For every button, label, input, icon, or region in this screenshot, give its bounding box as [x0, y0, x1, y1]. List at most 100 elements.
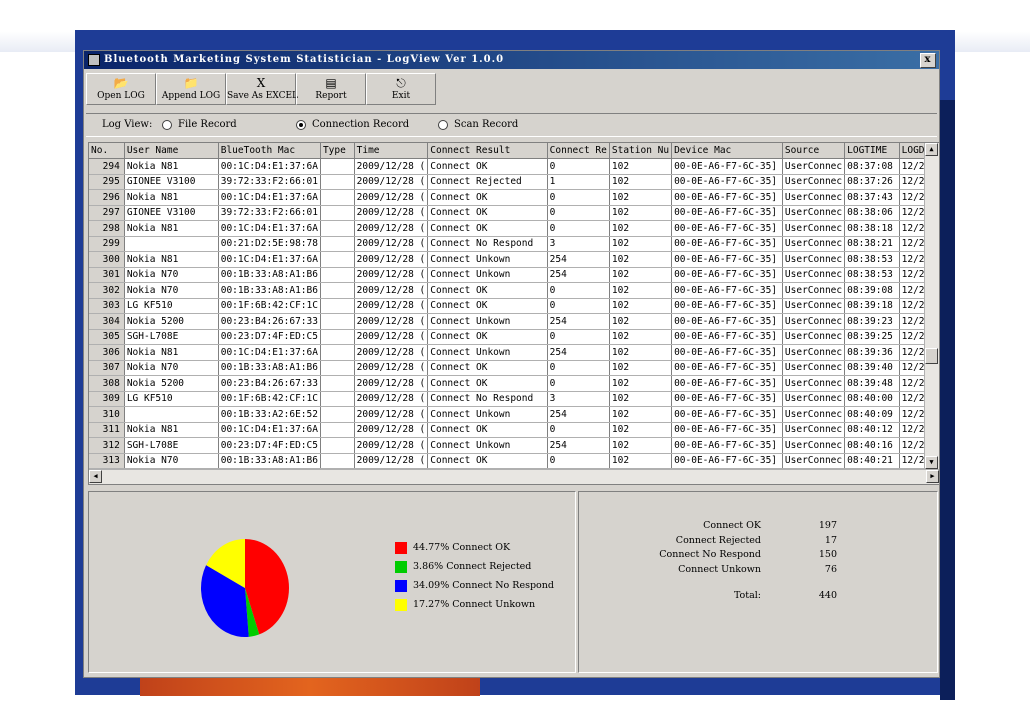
table-row[interactable]: 311 Nokia N81 00:1C:D4:E1:37:6A 2009/12/28 … [89, 422, 939, 438]
scroll-left-icon[interactable]: ◀ [89, 470, 102, 483]
report-button[interactable]: ▤ Report [296, 73, 366, 105]
open-log-button[interactable]: 📂 Open LOG [86, 73, 156, 105]
table-row[interactable]: 305 SGH-L708E 00:23:D7:4F:ED:C5 2009/12/28 … [89, 329, 939, 345]
radio-connection-record[interactable]: Connection Record [296, 114, 409, 136]
table-cell: 08:40:16 [844, 437, 900, 454]
table-row[interactable]: 295 GIONEE V3100 39:72:33:F2:66:01 2009/12/… [89, 174, 939, 190]
scroll-up-icon[interactable]: ▲ [925, 143, 938, 156]
button-label: Exit [391, 91, 411, 101]
table-row[interactable]: 301 Nokia N70 00:1B:33:A8:A1:B6 2009/12/28 … [89, 267, 939, 283]
radio-dot[interactable] [162, 119, 172, 130]
log-table: No. User Name BlueTooth Mac Type Time Connect… [89, 143, 939, 469]
table-cell: 00-0E-A6-F7-6C-35] [671, 189, 783, 206]
exit-button[interactable]: ⎋ Exit [366, 73, 436, 105]
append-log-button[interactable]: 📁 Append LOG [156, 73, 226, 105]
table-cell: 00:1B:33:A8:A1:B6 [218, 360, 321, 376]
table-cell: 2009/12/28 ( [354, 329, 429, 345]
table-cell: GIONEE V3100 [124, 205, 219, 221]
table-cell: 2009/12/28 ( [354, 313, 429, 330]
table-row[interactable]: 308 Nokia 5200 00:23:B4:26:67:33 2009/12/28… [89, 375, 939, 392]
legend-swatch [395, 598, 407, 611]
table-row[interactable]: 304 Nokia 5200 00:23:B4:26:67:33 2009/12/28… [89, 313, 939, 330]
table-cell: 00:1C:D4:E1:37:6A [218, 344, 321, 361]
table-cell: 3 [547, 391, 610, 407]
table-cell: 0 [547, 282, 610, 299]
table-cell: Nokia N70 [124, 267, 219, 283]
close-button[interactable]: x [920, 53, 936, 68]
radio-scan-record[interactable]: Scan Record [438, 114, 518, 136]
table-cell: 08:37:08 [844, 158, 900, 175]
save-as-excel-button[interactable]: X Save As EXCEL [226, 73, 298, 105]
scroll-thumb[interactable] [925, 348, 938, 364]
table-cell [320, 220, 355, 237]
table-row[interactable]: 296 Nokia N81 00:1C:D4:E1:37:6A 2009/12/28 … [89, 189, 939, 206]
row-number: 300 [89, 251, 125, 268]
table-row[interactable]: 310 00:1B:33:A2:6E:52 2009/12/28 (Connect … [89, 406, 939, 423]
column-header[interactable]: Time [354, 143, 429, 159]
table-cell: 00-0E-A6-F7-6C-35] [671, 406, 783, 423]
stat-row: Connect No Respond 150 [657, 549, 837, 564]
column-header[interactable]: LOGTIME [844, 143, 900, 159]
table-cell [320, 406, 355, 423]
column-header[interactable]: Connect Re [547, 143, 610, 159]
table-cell: 00-0E-A6-F7-6C-35] [671, 251, 783, 268]
table-row[interactable]: 306 Nokia N81 00:1C:D4:E1:37:6A 2009/12/28 … [89, 344, 939, 361]
column-header[interactable]: User Name [124, 143, 219, 159]
table-cell: Connect OK [427, 220, 548, 237]
table-cell: 00-0E-A6-F7-6C-35] [671, 375, 783, 392]
table-row[interactable]: 313 Nokia N70 00:1B:33:A8:A1:B6 2009/12/28 … [89, 453, 939, 469]
table-cell: 102 [609, 189, 673, 206]
column-header[interactable]: Connect Result [427, 143, 548, 159]
column-header[interactable]: Type [320, 143, 355, 159]
table-cell: 0 [547, 189, 610, 206]
column-header[interactable]: Source [782, 143, 846, 159]
table-row[interactable]: 307 Nokia N70 00:1B:33:A8:A1:B6 2009/12/28 … [89, 360, 939, 376]
table-cell: Connect OK [427, 189, 548, 206]
table-row[interactable]: 294 Nokia N81 00:1C:D4:E1:37:6A 2009/12/28 … [89, 158, 939, 175]
table-cell: 00-0E-A6-F7-6C-35] [671, 267, 783, 283]
stat-row: Connect Rejected 17 [657, 535, 837, 550]
table-cell: Nokia N81 [124, 158, 219, 175]
table-row[interactable]: 298 Nokia N81 00:1C:D4:E1:37:6A 2009/12/28 … [89, 220, 939, 237]
chart-legend: 44.77% Connect OK 3.86% Connect Rejected 3… [395, 538, 554, 614]
scroll-right-icon[interactable]: ▶ [926, 470, 939, 483]
table-cell: 00-0E-A6-F7-6C-35] [671, 236, 783, 252]
column-header[interactable]: BlueTooth Mac [218, 143, 321, 159]
table-cell: 08:37:26 [844, 174, 900, 190]
horizontal-scrollbar[interactable]: ◀ ▶ [89, 469, 939, 484]
table-cell: 2009/12/28 ( [354, 344, 429, 361]
column-header[interactable]: Station Nu [609, 143, 673, 159]
log-grid[interactable]: No. User Name BlueTooth Mac Type Time Connect… [88, 142, 940, 485]
table-cell: GIONEE V3100 [124, 174, 219, 190]
row-number: 295 [89, 174, 125, 190]
table-cell: 2009/12/28 ( [354, 422, 429, 438]
table-row[interactable]: 312 SGH-L708E 00:23:D7:4F:ED:C5 2009/12/28 … [89, 437, 939, 454]
table-cell: 00:1F:6B:42:CF:1C [218, 391, 321, 407]
radio-file-record[interactable]: File Record [162, 114, 237, 136]
radio-dot[interactable] [296, 119, 306, 130]
table-row[interactable]: 300 Nokia N81 00:1C:D4:E1:37:6A 2009/12/28 … [89, 251, 939, 268]
table-row[interactable]: 297 GIONEE V3100 39:72:33:F2:66:01 2009/12/… [89, 205, 939, 221]
table-cell: UserConnec [782, 174, 846, 190]
report-icon: ▤ [325, 76, 337, 90]
table-cell: 08:39:18 [844, 298, 900, 314]
column-header[interactable]: No. [89, 143, 125, 159]
row-number: 309 [89, 391, 125, 407]
radio-dot[interactable] [438, 119, 448, 130]
table-row[interactable]: 303 LG KF510 00:1F:6B:42:CF:1C 2009/12/28 (… [89, 298, 939, 314]
scroll-down-icon[interactable]: ▼ [925, 456, 938, 469]
vertical-scrollbar[interactable]: ▲ ▼ [924, 143, 939, 469]
table-cell: Connect Unkown [427, 406, 548, 423]
table-cell: UserConnec [782, 406, 846, 423]
row-number: 294 [89, 158, 125, 175]
table-row[interactable]: 309 LG KF510 00:1F:6B:42:CF:1C 2009/12/28 (… [89, 391, 939, 407]
table-cell: 00:1C:D4:E1:37:6A [218, 251, 321, 268]
table-cell: SGH-L708E [124, 437, 219, 454]
table-cell: 102 [609, 158, 673, 175]
column-header[interactable]: Device Mac [671, 143, 783, 159]
app-icon [88, 54, 100, 66]
table-row[interactable]: 302 Nokia N70 00:1B:33:A8:A1:B6 2009/12/28 … [89, 282, 939, 299]
table-row[interactable]: 299 00:21:D2:5E:98:78 2009/12/28 (Connect … [89, 236, 939, 252]
table-cell: 2009/12/28 ( [354, 360, 429, 376]
legend-label: 44.77% Connect OK [413, 542, 511, 553]
